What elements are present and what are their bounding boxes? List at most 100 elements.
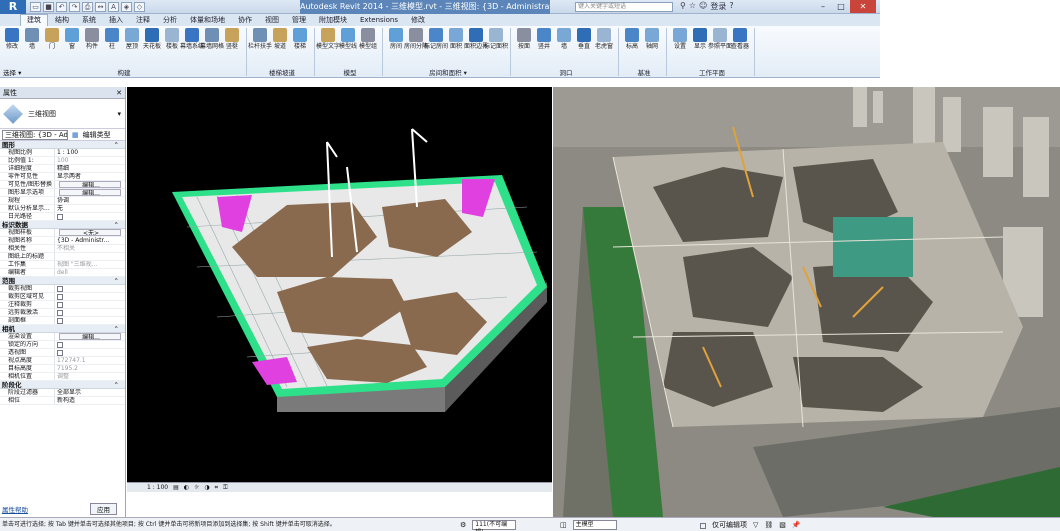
section-icon[interactable]: ◇ (134, 1, 145, 12)
tab-3[interactable]: 插入 (103, 15, 129, 26)
editable-only-checkbox[interactable] (700, 522, 706, 529)
ribbon-tool-4-3[interactable]: 垂直 (576, 28, 592, 51)
detail-level-icon[interactable]: ▤ (173, 483, 179, 492)
ribbon-tool-3-4[interactable]: 面积边界 (464, 28, 488, 51)
tab-0[interactable]: 建筑 (20, 14, 48, 26)
user-icon[interactable]: ☺ (699, 1, 707, 12)
maximize-button[interactable]: □ (832, 0, 850, 13)
open-icon[interactable]: ▭ (30, 1, 41, 12)
ribbon-tool-0-9[interactable]: 幕墙系统 (180, 28, 204, 51)
help-icon[interactable]: ? (729, 1, 733, 12)
property-checkbox-cell[interactable] (55, 293, 125, 300)
ribbon-tool-0-11[interactable]: 竖梃 (224, 28, 240, 51)
property-checkbox-cell[interactable] (55, 317, 125, 324)
binoculars-icon[interactable]: ⚲ (680, 1, 686, 12)
property-value[interactable]: 显示两者 (55, 173, 125, 180)
view-selector-dropdown[interactable]: 三维视图: {3D - Admi (2, 129, 68, 140)
view-scale[interactable]: 1 : 100 (147, 483, 168, 492)
3d-view-icon[interactable]: ◈ (121, 1, 132, 12)
ribbon-tool-1-0[interactable]: 栏杆扶手 (248, 28, 272, 51)
ribbon-tool-0-7[interactable]: 天花板 (143, 28, 161, 51)
tab-5[interactable]: 分析 (157, 15, 183, 26)
collapse-icon[interactable]: ⌃ (114, 277, 119, 285)
ribbon-tool-0-4[interactable]: 构件 (84, 28, 100, 51)
shadows-icon[interactable]: ◑ (204, 483, 209, 492)
ribbon-tool-6-0[interactable]: 设置 (672, 28, 688, 51)
collapse-icon[interactable]: ⌃ (114, 221, 119, 229)
ribbon-tool-6-1[interactable]: 显示 (692, 28, 708, 51)
ribbon-tool-5-0[interactable]: 标高 (624, 28, 640, 51)
ribbon-tool-4-1[interactable]: 竖井 (536, 28, 552, 51)
star-icon[interactable]: ☆ (689, 1, 696, 12)
property-value[interactable]: 新构造 (55, 397, 125, 404)
tab-10[interactable]: 附加模块 (313, 15, 353, 26)
ribbon-tool-4-4[interactable]: 老虎窗 (595, 28, 613, 51)
property-checkbox[interactable] (57, 294, 63, 300)
collapse-icon[interactable]: ⌃ (114, 325, 119, 333)
ribbon-tool-6-2[interactable]: 参照平面 (708, 28, 732, 51)
close-button[interactable]: ✕ (850, 0, 876, 13)
active-workset-field[interactable]: 111(不可编辑) (472, 520, 517, 531)
3d-view-canvas[interactable] (127, 87, 552, 482)
minimize-button[interactable]: – (814, 0, 832, 13)
property-value[interactable]: <无> (59, 229, 121, 236)
ribbon-tool-2-1[interactable]: 模型线 (339, 28, 357, 51)
property-value[interactable]: 全部显示 (55, 389, 125, 396)
property-checkbox[interactable] (57, 302, 63, 308)
text-icon[interactable]: A (108, 1, 119, 12)
ribbon-tool-2-2[interactable]: 模型组 (359, 28, 377, 51)
tab-8[interactable]: 视图 (259, 15, 285, 26)
tab-11[interactable]: Extensions (354, 15, 404, 26)
property-checkbox[interactable] (57, 286, 63, 292)
property-checkbox[interactable] (57, 310, 63, 316)
tab-12[interactable]: 修改 (405, 15, 431, 26)
property-checkbox-cell[interactable] (55, 309, 125, 316)
ribbon-tool-0-6[interactable]: 屋顶 (124, 28, 140, 51)
search-input[interactable]: 键入关键字或短语 (575, 2, 673, 12)
ribbon-tool-0-1[interactable]: 墙 (24, 28, 40, 51)
ribbon-tool-1-2[interactable]: 楼梯 (292, 28, 308, 51)
pinned-select-icon[interactable]: 📌 (792, 518, 801, 531)
ribbon-tool-0-0[interactable]: 修改 (4, 28, 20, 51)
application-menu-button[interactable]: R (0, 0, 26, 14)
design-options-icon[interactable]: ◫ (560, 518, 567, 531)
property-checkbox[interactable] (57, 350, 63, 356)
tab-1[interactable]: 结构 (49, 15, 75, 26)
ribbon-tool-3-0[interactable]: 房间 (388, 28, 404, 51)
property-checkbox-cell[interactable] (55, 285, 125, 292)
property-value[interactable]: 编辑... (59, 181, 121, 188)
property-value[interactable]: 1 : 100 (55, 149, 125, 156)
property-section-header[interactable]: 标识数据 ⌃ (0, 221, 125, 229)
property-value[interactable] (55, 253, 125, 260)
crop-icon[interactable]: ⌗ (215, 483, 218, 492)
property-value[interactable]: 编辑... (59, 189, 121, 196)
property-checkbox[interactable] (57, 214, 63, 220)
ribbon-tool-0-10[interactable]: 幕墙网格 (200, 28, 224, 51)
property-checkbox[interactable] (57, 342, 63, 348)
property-section-header[interactable]: 阶段化 ⌃ (0, 381, 125, 389)
property-section-header[interactable]: 范围 ⌃ (0, 277, 125, 285)
tab-4[interactable]: 注释 (130, 15, 156, 26)
ribbon-tool-4-0[interactable]: 按面 (516, 28, 532, 51)
ribbon-tool-6-3[interactable]: 查看器 (731, 28, 749, 51)
tab-7[interactable]: 协作 (232, 15, 258, 26)
property-checkbox[interactable] (57, 318, 63, 324)
ribbon-tool-4-2[interactable]: 墙 (556, 28, 572, 51)
lock-icon[interactable]: ⚿ (223, 483, 228, 492)
measure-icon[interactable]: ↔ (95, 1, 106, 12)
ribbon-tool-1-1[interactable]: 坡道 (272, 28, 288, 51)
property-checkbox-cell[interactable] (55, 349, 125, 356)
property-checkbox-cell[interactable] (55, 341, 125, 348)
save-icon[interactable]: ■ (43, 1, 54, 12)
ribbon-tool-2-0[interactable]: 模型文字 (316, 28, 340, 51)
ribbon-tool-3-2[interactable]: 标记房间 (424, 28, 448, 51)
tab-9[interactable]: 管理 (286, 15, 312, 26)
ribbon-tool-0-8[interactable]: 楼板 (164, 28, 180, 51)
ribbon-tool-3-1[interactable]: 房间分隔 (404, 28, 428, 51)
edit-type-button[interactable]: 编辑类型 (83, 130, 111, 140)
property-checkbox-cell[interactable] (55, 301, 125, 308)
tab-6[interactable]: 体量和场地 (184, 15, 231, 26)
signin-link[interactable]: 登录 (710, 1, 726, 12)
tab-2[interactable]: 系统 (76, 15, 102, 26)
property-value[interactable]: 编辑... (59, 333, 121, 340)
